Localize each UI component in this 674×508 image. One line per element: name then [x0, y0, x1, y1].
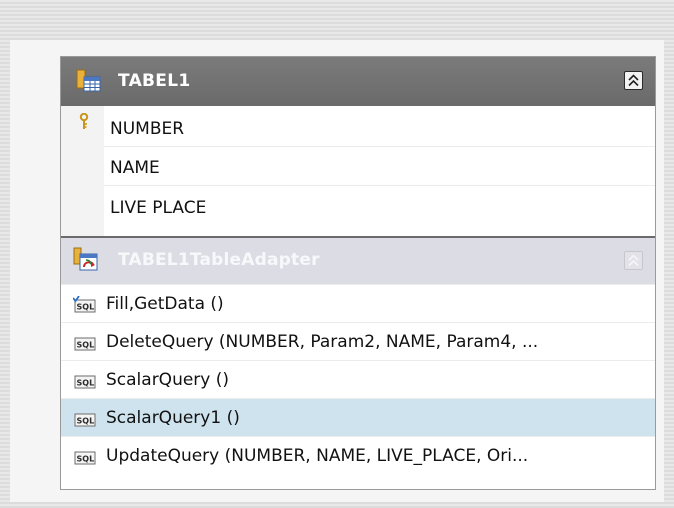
query-row[interactable]: SQL DeleteQuery (NUMBER, Param2, NAME, P… — [61, 322, 655, 360]
query-label: Fill,GetData () — [106, 294, 224, 314]
query-row[interactable]: SQL ScalarQuery () — [61, 360, 655, 398]
table-adapter-title: TABEL1TableAdapter — [118, 250, 320, 270]
table-adapter-header[interactable]: TABEL1TableAdapter — [61, 236, 655, 284]
sql-query-icon: SQL — [74, 451, 96, 465]
column-name: NUMBER — [110, 119, 185, 139]
column-row[interactable]: LIVE PLACE — [104, 188, 655, 226]
collapse-up-icon — [628, 74, 639, 87]
column-name: LIVE PLACE — [110, 198, 207, 218]
svg-text:SQL: SQL — [77, 417, 95, 426]
collapse-up-icon — [628, 254, 639, 267]
sql-query-icon: SQL — [74, 375, 96, 389]
query-label: UpdateQuery (NUMBER, NAME, LIVE_PLACE, O… — [106, 446, 529, 466]
query-label: ScalarQuery1 () — [106, 408, 240, 428]
collapse-table-button[interactable] — [624, 71, 643, 90]
table-adapter-icon — [73, 247, 98, 271]
column-name: NAME — [110, 158, 160, 178]
svg-text:SQL: SQL — [77, 455, 95, 464]
query-row[interactable]: SQL Fill,GetData () — [61, 284, 655, 322]
sql-query-icon: SQL — [74, 337, 96, 351]
table-title: TABEL1 — [118, 71, 191, 91]
column-row[interactable]: NAME — [104, 148, 655, 186]
query-row[interactable]: SQL UpdateQuery (NUMBER, NAME, LIVE_PLAC… — [61, 436, 655, 474]
collapse-adapter-button[interactable] — [624, 251, 643, 270]
svg-text:SQL: SQL — [77, 303, 95, 312]
query-label: ScalarQuery () — [106, 370, 230, 390]
designer-canvas: TABEL1 NUMBER NAME LIVE PLACE TABEL1Tabl… — [0, 0, 674, 508]
primary-key-icon — [79, 113, 89, 129]
sql-query-icon: SQL — [74, 413, 96, 427]
column-row[interactable]: NUMBER — [104, 109, 655, 147]
sql-default-query-icon: SQL — [73, 296, 96, 313]
dataset-table-panel[interactable]: TABEL1 NUMBER NAME LIVE PLACE TABEL1Tabl… — [60, 56, 656, 490]
query-label: DeleteQuery (NUMBER, Param2, NAME, Param… — [106, 332, 539, 352]
svg-text:SQL: SQL — [77, 379, 95, 388]
table-icon — [76, 69, 101, 92]
query-row-selected[interactable]: SQL ScalarQuery1 () — [61, 398, 655, 436]
table-header[interactable]: TABEL1 — [61, 57, 655, 106]
svg-text:SQL: SQL — [77, 341, 95, 350]
